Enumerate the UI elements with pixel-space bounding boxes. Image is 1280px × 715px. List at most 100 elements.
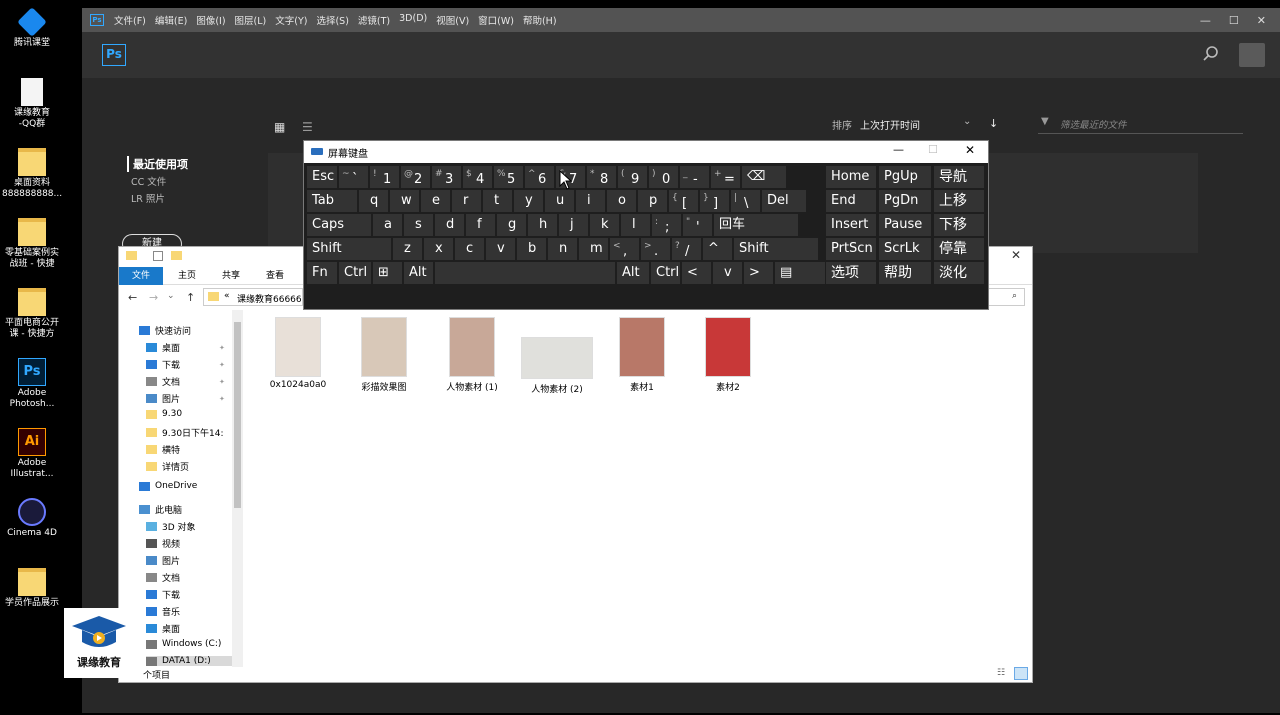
file-item[interactable]: 人物素材 (1): [441, 317, 503, 393]
file-item[interactable]: 素材2: [697, 317, 759, 393]
ps-app-icon[interactable]: Ps: [90, 14, 104, 26]
key[interactable]: ) 0: [649, 166, 678, 188]
nav-item[interactable]: 文档: [146, 571, 180, 584]
sort-direction-icon[interactable]: ↓: [989, 117, 998, 130]
ribbon-tab[interactable]: 主页: [167, 267, 207, 285]
key[interactable]: ^ 6: [525, 166, 554, 188]
key[interactable]: r: [452, 190, 481, 212]
nav-key[interactable]: Insert: [826, 214, 876, 236]
key[interactable]: Alt: [617, 262, 649, 284]
key[interactable]: a: [373, 214, 402, 236]
back-icon[interactable]: ←: [128, 291, 137, 304]
key[interactable]: v: [713, 262, 742, 284]
key[interactable]: w: [390, 190, 419, 212]
nav-item[interactable]: 桌面: [146, 622, 180, 635]
key[interactable]: * 8: [587, 166, 616, 188]
nav-item[interactable]: 横特: [146, 443, 180, 456]
nav-item[interactable]: Windows (C:): [146, 639, 221, 649]
key[interactable]: $4: [463, 166, 492, 188]
key[interactable]: " ': [683, 214, 712, 236]
key[interactable]: i: [576, 190, 605, 212]
chevron-down-icon[interactable]: ⌄: [963, 116, 971, 127]
key[interactable]: [435, 262, 615, 284]
sort-select[interactable]: 上次打开时间: [860, 117, 920, 132]
key[interactable]: Fn: [307, 262, 337, 284]
key[interactable]: t: [483, 190, 512, 212]
key[interactable]: o: [607, 190, 636, 212]
nav-item[interactable]: 文档 ✦: [146, 375, 225, 388]
address-bar[interactable]: « 课缘教育66666: [203, 288, 303, 306]
large-icons-view-icon[interactable]: [1014, 667, 1028, 680]
key[interactable]: <: [682, 262, 711, 284]
nav-key[interactable]: End: [826, 190, 876, 212]
nav-item[interactable]: OneDrive: [139, 481, 197, 491]
nav-key[interactable]: PrtScn: [826, 238, 876, 260]
menu-item[interactable]: 图像(I): [196, 13, 225, 27]
key[interactable]: ⊞: [373, 262, 402, 284]
nav-item[interactable]: 3D 对象: [146, 520, 196, 533]
nav-key[interactable]: 下移: [934, 214, 984, 236]
key[interactable]: :;: [652, 214, 681, 236]
key[interactable]: ? /: [672, 238, 701, 260]
menu-item[interactable]: 文件(F): [114, 13, 146, 27]
desktop-icon[interactable]: 桌面资料 888888888...: [2, 148, 62, 200]
nav-key[interactable]: 淡化: [934, 262, 984, 284]
desktop-icon[interactable]: Cinema 4D: [2, 498, 62, 539]
key[interactable]: x: [424, 238, 453, 260]
menu-item[interactable]: 3D(D): [399, 13, 427, 27]
key[interactable]: s: [404, 214, 433, 236]
menu-item[interactable]: 编辑(E): [155, 13, 187, 27]
nav-key[interactable]: 帮助: [879, 262, 931, 284]
key[interactable]: e: [421, 190, 450, 212]
key[interactable]: Alt: [404, 262, 433, 284]
key[interactable]: y: [514, 190, 543, 212]
history-icon[interactable]: ⌄: [167, 291, 175, 301]
key[interactable]: h: [528, 214, 557, 236]
nav-item[interactable]: 9.30日下午14:: [146, 426, 224, 439]
nav-key[interactable]: 停靠: [934, 238, 984, 260]
key[interactable]: ! 1: [370, 166, 399, 188]
ps-recent-label[interactable]: 最近使用项: [127, 156, 188, 172]
filter-field[interactable]: ▼ 筛选最近的文件: [1038, 112, 1243, 134]
close-icon[interactable]: ✕: [1257, 14, 1266, 27]
key[interactable]: g: [497, 214, 526, 236]
properties-icon[interactable]: [153, 251, 163, 261]
ribbon-tab[interactable]: 共享: [211, 267, 251, 285]
file-item[interactable]: 人物素材 (2): [517, 317, 597, 395]
key[interactable]: ▤: [775, 262, 825, 284]
key[interactable]: Shift: [734, 238, 818, 260]
key[interactable]: Esc: [307, 166, 337, 188]
desktop-icon[interactable]: 学员作品展示: [2, 568, 62, 609]
ribbon-tab[interactable]: 文件: [119, 267, 163, 285]
nav-scrollbar[interactable]: [232, 310, 243, 670]
nav-item[interactable]: 图片 ✦: [146, 392, 225, 405]
file-item[interactable]: 0x1024a0a0: [267, 317, 329, 390]
ribbon-tab[interactable]: 查看: [255, 267, 295, 285]
file-item[interactable]: 彩描效果图: [353, 317, 415, 393]
key[interactable]: + =: [711, 166, 740, 188]
key[interactable]: k: [590, 214, 619, 236]
nav-key[interactable]: Pause: [879, 214, 931, 236]
pin-icon[interactable]: ✦: [219, 361, 225, 369]
menu-item[interactable]: 文字(Y): [275, 13, 307, 27]
key[interactable]: _ -: [680, 166, 709, 188]
desktop-icon[interactable]: 腾讯课堂: [2, 7, 62, 49]
pin-icon[interactable]: ✦: [219, 378, 225, 386]
nav-item[interactable]: 详情页: [146, 460, 189, 473]
nav-item[interactable]: 图片: [146, 554, 180, 567]
key[interactable]: Shift: [307, 238, 391, 260]
key[interactable]: {[: [669, 190, 698, 212]
minimize-icon[interactable]: —: [1200, 14, 1211, 27]
nav-item[interactable]: 视频: [146, 537, 180, 550]
key[interactable]: ⌫: [742, 166, 786, 188]
close-icon[interactable]: ✕: [965, 143, 975, 157]
desktop-icon[interactable]: Ai Adobe Illustrat...: [2, 428, 62, 480]
ps-cc-files[interactable]: CC 文件: [131, 174, 166, 188]
nav-key[interactable]: 上移: [934, 190, 984, 212]
desktop-icon[interactable]: 平面电商公开 课 - 快捷方: [2, 288, 62, 340]
nav-item[interactable]: 9.30: [146, 409, 182, 419]
list-view-icon[interactable]: ☰: [302, 120, 313, 134]
desktop-icon[interactable]: 课缘教育 -QQ群: [2, 78, 62, 130]
nav-key[interactable]: ScrLk: [879, 238, 931, 260]
pin-icon[interactable]: ✦: [219, 395, 225, 403]
